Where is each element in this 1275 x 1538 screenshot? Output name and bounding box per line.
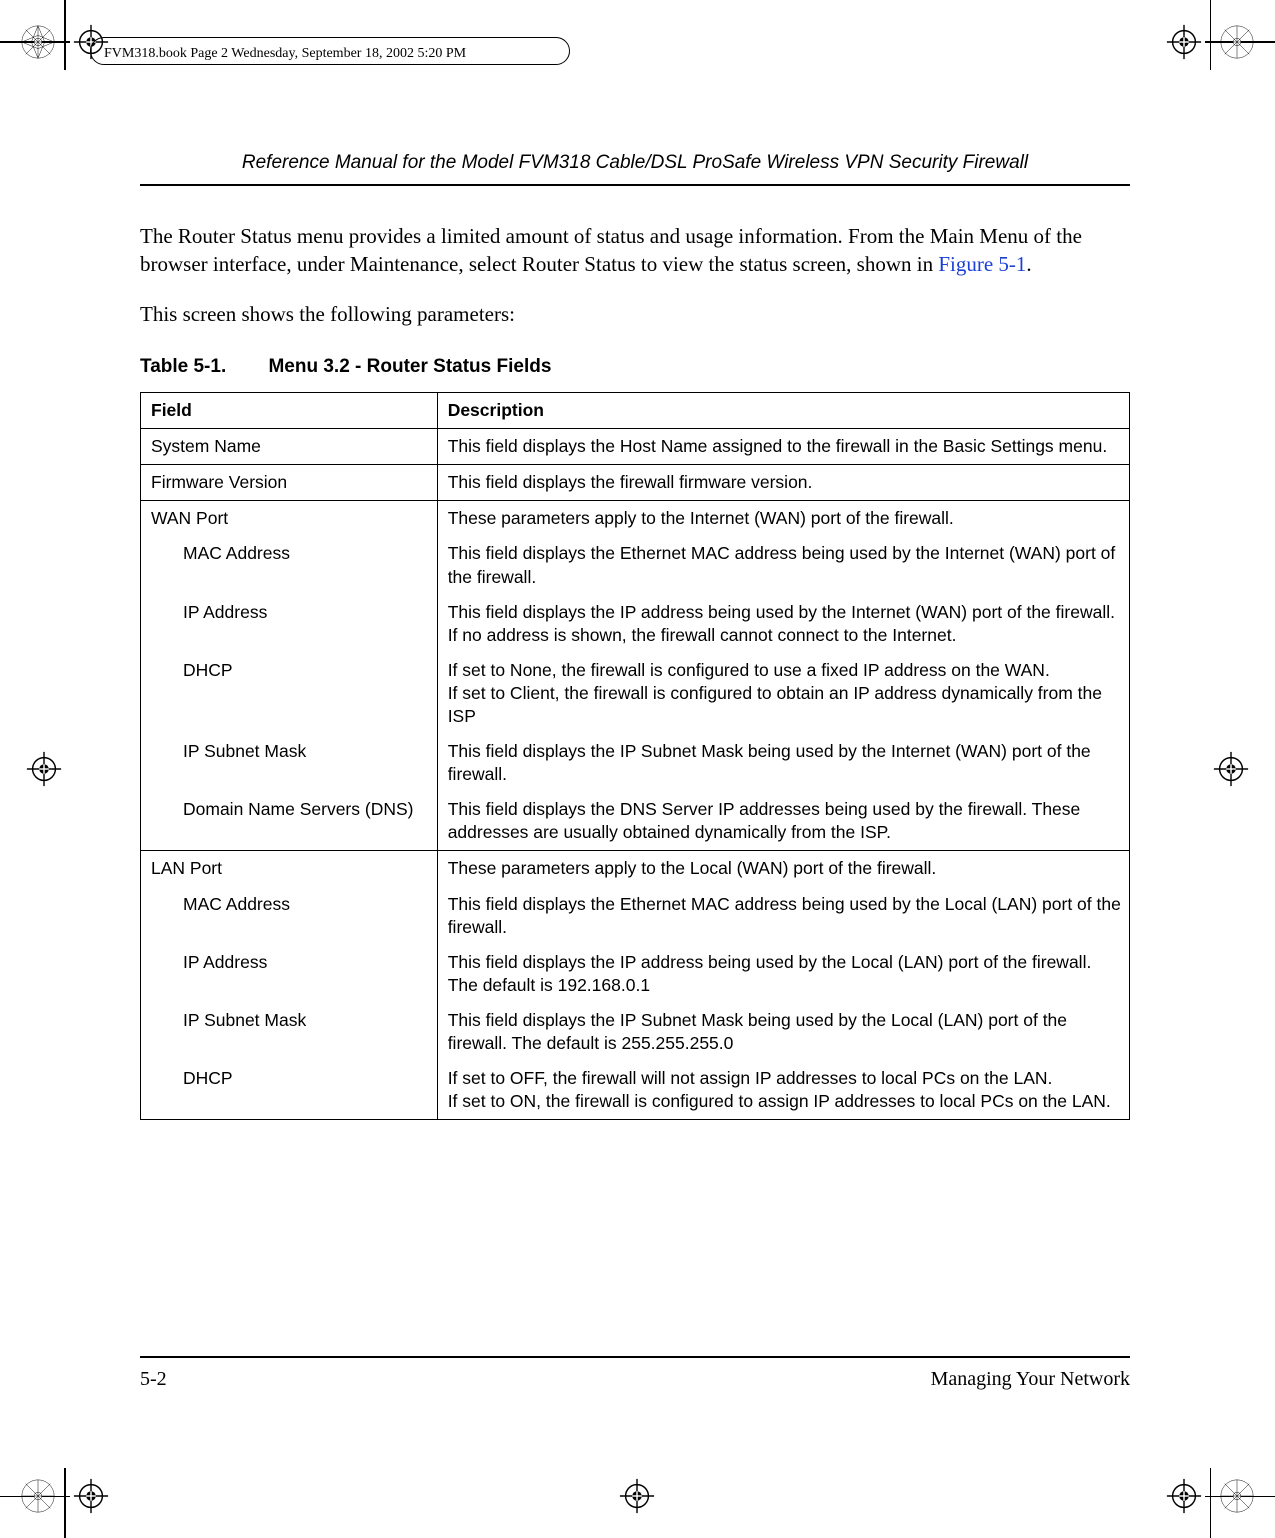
table-row: LAN PortThese parameters apply to the Lo… — [141, 851, 1130, 887]
table-row: DHCPIf set to OFF, the firewall will not… — [141, 1061, 1130, 1120]
parameters-intro: This screen shows the following paramete… — [140, 300, 1130, 328]
table-row: IP Subnet MaskThis field displays the IP… — [141, 734, 1130, 792]
table-row: Firmware VersionThis field displays the … — [141, 465, 1130, 501]
table-row: IP Subnet MaskThis field displays the IP… — [141, 1003, 1130, 1061]
table-cell-description: This field displays the IP Subnet Mask b… — [437, 734, 1129, 792]
table-cell-field: IP Subnet Mask — [141, 734, 438, 792]
table-row: Domain Name Servers (DNS)This field disp… — [141, 792, 1130, 851]
table-row: DHCPIf set to None, the firewall is conf… — [141, 653, 1130, 734]
intro-paragraph: The Router Status menu provides a limite… — [140, 222, 1130, 279]
table-header-description: Description — [437, 393, 1129, 429]
footer-section-title: Managing Your Network — [931, 1368, 1130, 1391]
table-cell-description: This field displays the IP address being… — [437, 945, 1129, 1003]
table-cell-field: MAC Address — [141, 536, 438, 594]
table-row: IP AddressThis field displays the IP add… — [141, 595, 1130, 653]
table-cell-description: This field displays the Host Name assign… — [437, 429, 1129, 465]
table-caption: Table 5-1. Menu 3.2 - Router Status Fiel… — [140, 356, 1130, 378]
starburst-icon — [19, 1477, 57, 1515]
table-cell-description: This field displays the firewall firmwar… — [437, 465, 1129, 501]
registration-mark-icon — [1165, 23, 1203, 61]
table-row: WAN PortThese parameters apply to the In… — [141, 501, 1130, 537]
table-cell-field: MAC Address — [141, 887, 438, 945]
starburst-icon — [1218, 1477, 1256, 1515]
table-cell-description: These parameters apply to the Internet (… — [437, 501, 1129, 537]
starburst-icon — [1218, 23, 1256, 61]
table-cell-description: If set to None, the firewall is configur… — [437, 653, 1129, 734]
table-cell-description: This field displays the DNS Server IP ad… — [437, 792, 1129, 851]
table-cell-field: Domain Name Servers (DNS) — [141, 792, 438, 851]
table-row: IP AddressThis field displays the IP add… — [141, 945, 1130, 1003]
table-cell-field: IP Address — [141, 595, 438, 653]
table-cell-description: This field displays the IP address being… — [437, 595, 1129, 653]
table-cell-field: IP Subnet Mask — [141, 1003, 438, 1061]
footer-page-number: 5-2 — [140, 1368, 167, 1391]
table-cell-description: This field displays the IP Subnet Mask b… — [437, 1003, 1129, 1061]
table-cell-field: IP Address — [141, 945, 438, 1003]
table-cell-field: WAN Port — [141, 501, 438, 537]
running-header: Reference Manual for the Model FVM318 Ca… — [140, 152, 1130, 186]
crop-mark — [1210, 1468, 1212, 1538]
page-content: Reference Manual for the Model FVM318 Ca… — [140, 152, 1130, 1120]
registration-mark-icon — [1212, 750, 1250, 788]
crop-mark — [64, 1468, 66, 1538]
table-cell-description: If set to OFF, the firewall will not ass… — [437, 1061, 1129, 1120]
table-cell-field: Firmware Version — [141, 465, 438, 501]
registration-mark-icon — [25, 750, 63, 788]
table-caption-title: Menu 3.2 - Router Status Fields — [268, 356, 551, 377]
intro-text-b: . — [1026, 252, 1031, 276]
table-row: System NameThis field displays the Host … — [141, 429, 1130, 465]
figure-reference-link[interactable]: Figure 5-1 — [938, 252, 1026, 276]
table-cell-field: System Name — [141, 429, 438, 465]
framemaker-page-tag: FVM318.book Page 2 Wednesday, September … — [104, 46, 466, 62]
table-cell-field: DHCP — [141, 1061, 438, 1120]
table-cell-description: These parameters apply to the Local (WAN… — [437, 851, 1129, 887]
starburst-icon — [19, 23, 57, 61]
table-row: MAC AddressThis field displays the Ether… — [141, 536, 1130, 594]
table-header-field: Field — [141, 393, 438, 429]
registration-mark-icon — [72, 1477, 110, 1515]
crop-mark — [1210, 0, 1212, 70]
table-cell-field: LAN Port — [141, 851, 438, 887]
registration-mark-icon — [618, 1477, 656, 1515]
table-cell-description: This field displays the Ethernet MAC add… — [437, 536, 1129, 594]
crop-mark — [64, 0, 66, 70]
table-cell-field: DHCP — [141, 653, 438, 734]
registration-mark-icon — [1165, 1477, 1203, 1515]
table-cell-description: This field displays the Ethernet MAC add… — [437, 887, 1129, 945]
table-row: MAC AddressThis field displays the Ether… — [141, 887, 1130, 945]
router-status-table: Field Description System NameThis field … — [140, 392, 1130, 1120]
table-header-row: Field Description — [141, 393, 1130, 429]
table-caption-label: Table 5-1. — [140, 356, 226, 377]
page-footer: 5-2 Managing Your Network — [140, 1356, 1130, 1391]
